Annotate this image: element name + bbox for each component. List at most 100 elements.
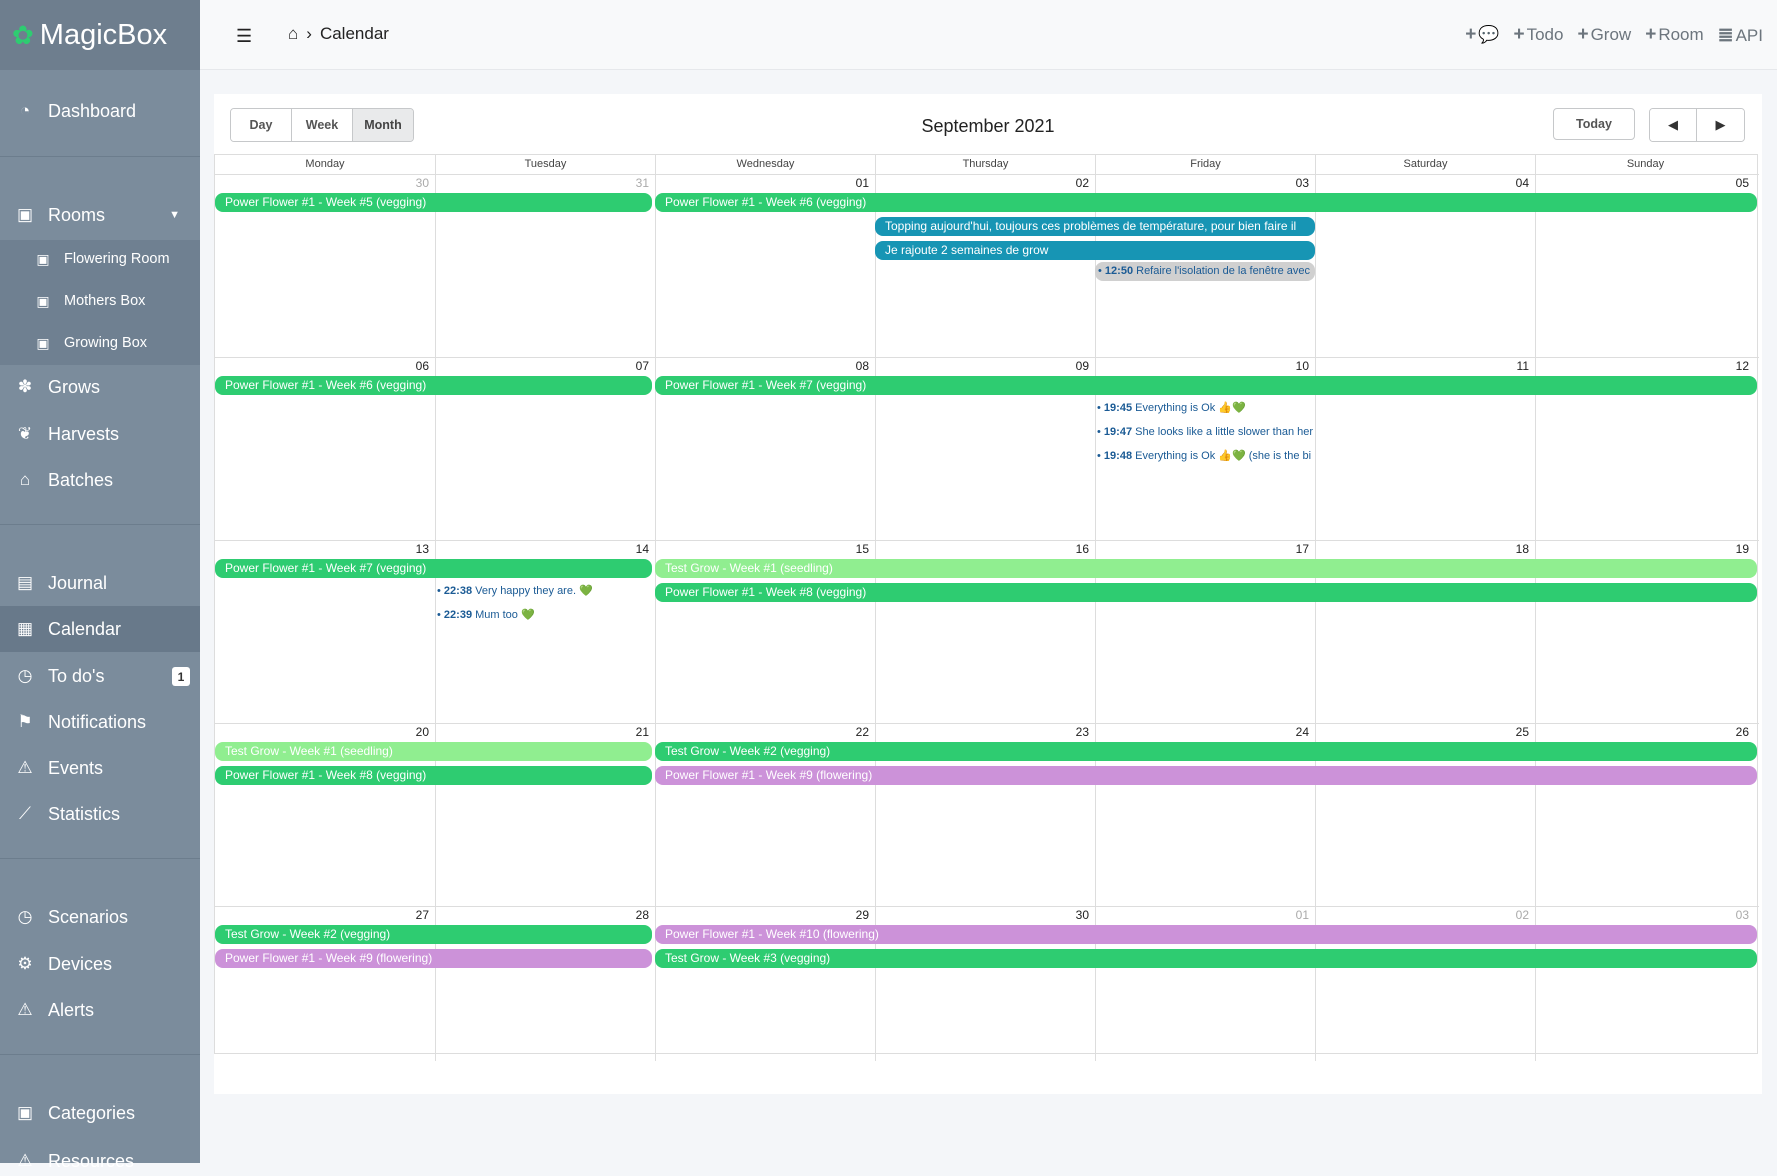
day-number[interactable]: 10 bbox=[1279, 359, 1309, 373]
event-journal-entry[interactable]: • 22:39 Mum too 💚 bbox=[437, 606, 652, 624]
sidebar-item-batches[interactable]: ⌂ Batches bbox=[0, 465, 200, 495]
day-number[interactable]: 30 bbox=[1059, 908, 1089, 922]
app-logo[interactable]: ✿ MagicBox bbox=[0, 0, 200, 70]
day-number[interactable]: 09 bbox=[1059, 359, 1089, 373]
day-number[interactable]: 26 bbox=[1719, 725, 1749, 739]
day-number[interactable]: 22 bbox=[839, 725, 869, 739]
sidebar-item-todos[interactable]: ◷ To do's 1 bbox=[0, 661, 200, 691]
sidebar-item-statistics[interactable]: ⟋ Statistics bbox=[0, 799, 200, 829]
day-number[interactable]: 29 bbox=[839, 908, 869, 922]
sidebar-item-grows[interactable]: ✽ Grows bbox=[0, 372, 200, 402]
day-number[interactable]: 25 bbox=[1499, 725, 1529, 739]
event-todo-item[interactable]: • 12:50 Refaire l'isolation de la fenêtr… bbox=[1095, 262, 1315, 281]
event-grow-week[interactable]: Test Grow - Week #1 (seedling) bbox=[215, 742, 652, 761]
event-grow-week[interactable]: Test Grow - Week #2 (vegging) bbox=[655, 742, 1757, 761]
menu-toggle-icon[interactable]: ☰ bbox=[236, 26, 252, 47]
day-number[interactable]: 12 bbox=[1719, 359, 1749, 373]
event-journal-entry[interactable]: • 19:48 Everything is Ok 👍💚 (she is the … bbox=[1097, 447, 1315, 465]
sidebar-item-mothers-box[interactable]: ▣ Mothers Box bbox=[0, 288, 200, 314]
sidebar-item-dashboard[interactable]: ◔ Dashboard bbox=[0, 96, 200, 126]
day-number[interactable]: 17 bbox=[1279, 542, 1309, 556]
sidebar-item-label: Harvests bbox=[48, 423, 120, 444]
day-number[interactable]: 02 bbox=[1059, 176, 1089, 190]
day-number[interactable]: 18 bbox=[1499, 542, 1529, 556]
day-number[interactable]: 01 bbox=[839, 176, 869, 190]
event-journal-entry[interactable]: • 22:38 Very happy they are. 💚 bbox=[437, 582, 652, 600]
event-grow-week[interactable]: Power Flower #1 - Week #7 (vegging) bbox=[655, 376, 1757, 395]
event-grow-week[interactable]: Power Flower #1 - Week #9 (flowering) bbox=[655, 766, 1757, 785]
day-number[interactable]: 08 bbox=[839, 359, 869, 373]
day-number[interactable]: 31 bbox=[619, 176, 649, 190]
sidebar-item-alerts[interactable]: ⚠ Alerts bbox=[0, 995, 200, 1025]
home-icon[interactable]: ⌂ bbox=[288, 24, 298, 44]
day-number[interactable]: 23 bbox=[1059, 725, 1089, 739]
api-button[interactable]: ≣ API bbox=[1718, 24, 1763, 47]
day-number[interactable]: 28 bbox=[619, 908, 649, 922]
sidebar-item-events[interactable]: ⚠ Events bbox=[0, 753, 200, 783]
day-number[interactable]: 02 bbox=[1499, 908, 1529, 922]
event-grow-week[interactable]: Power Flower #1 - Week #10 (flowering) bbox=[655, 925, 1757, 944]
event-grow-week[interactable]: Power Flower #1 - Week #6 (vegging) bbox=[655, 193, 1757, 212]
add-grow-button[interactable]: + Grow bbox=[1577, 24, 1631, 47]
sidebar-item-journal[interactable]: ▤ Journal bbox=[0, 568, 200, 598]
day-number[interactable]: 21 bbox=[619, 725, 649, 739]
day-number[interactable]: 07 bbox=[619, 359, 649, 373]
day-number[interactable]: 20 bbox=[399, 725, 429, 739]
event-journal-entry[interactable]: • 19:47 She looks like a little slower t… bbox=[1097, 423, 1315, 441]
day-number[interactable]: 30 bbox=[399, 176, 429, 190]
sidebar-item-label: Journal bbox=[48, 572, 108, 593]
day-number[interactable]: 14 bbox=[619, 542, 649, 556]
box-icon: ▣ bbox=[36, 250, 50, 267]
event-grow-week[interactable]: Power Flower #1 - Week #8 (vegging) bbox=[655, 583, 1757, 602]
event-journal-entry[interactable]: Topping aujourd'hui, toujours ces problè… bbox=[875, 217, 1315, 236]
sidebar-item-devices[interactable]: ⚙ Devices bbox=[0, 949, 200, 979]
event-grow-week[interactable]: Test Grow - Week #2 (vegging) bbox=[215, 925, 652, 944]
prev-month-button[interactable]: ◀ bbox=[1650, 109, 1697, 141]
event-grow-week[interactable]: Test Grow - Week #1 (seedling) bbox=[655, 559, 1757, 578]
day-number[interactable]: 16 bbox=[1059, 542, 1089, 556]
grid-row-divider bbox=[215, 540, 1759, 541]
add-todo-button[interactable]: + Todo bbox=[1513, 24, 1563, 47]
sidebar-item-resources[interactable]: ⚠ Resources bbox=[0, 1146, 200, 1176]
day-number[interactable]: 01 bbox=[1279, 908, 1309, 922]
dashboard-icon: ◔ bbox=[19, 101, 31, 120]
sidebar-item-categories[interactable]: ▣ Categories bbox=[0, 1098, 200, 1128]
sidebar-item-harvests[interactable]: ❦ Harvests bbox=[0, 419, 200, 449]
sidebar-item-scenarios[interactable]: ◷ Scenarios bbox=[0, 902, 200, 932]
event-text: She looks like a little slower than her bbox=[1135, 426, 1314, 438]
add-room-button[interactable]: + Room bbox=[1645, 24, 1703, 47]
day-number[interactable]: 05 bbox=[1719, 176, 1749, 190]
topbar: ☰ ⌂ › Calendar + 💬 + Todo + Grow + Room ≣ API bbox=[200, 0, 1777, 70]
sidebar-item-label: Categories bbox=[48, 1102, 136, 1123]
add-comment-button[interactable]: + 💬 bbox=[1465, 24, 1499, 47]
day-number[interactable]: 03 bbox=[1279, 176, 1309, 190]
sidebar-item-rooms[interactable]: ▣ Rooms ▼ bbox=[0, 200, 200, 230]
day-number[interactable]: 24 bbox=[1279, 725, 1309, 739]
day-number[interactable]: 15 bbox=[839, 542, 869, 556]
event-grow-week[interactable]: Test Grow - Week #3 (vegging) bbox=[655, 949, 1757, 968]
day-number[interactable]: 03 bbox=[1719, 908, 1749, 922]
event-grow-week[interactable]: Power Flower #1 - Week #6 (vegging) bbox=[215, 376, 652, 395]
event-grow-week[interactable]: Power Flower #1 - Week #7 (vegging) bbox=[215, 559, 652, 578]
sidebar-item-calendar[interactable]: ▦ Calendar bbox=[0, 606, 200, 652]
event-journal-entry[interactable]: Je rajoute 2 semaines de grow bbox=[875, 241, 1315, 260]
calendar-card: Day Week Month September 2021 Today ◀ ▶ … bbox=[214, 94, 1762, 1094]
day-number[interactable]: 13 bbox=[399, 542, 429, 556]
day-number[interactable]: 04 bbox=[1499, 176, 1529, 190]
day-of-week-header: Wednesday bbox=[655, 155, 875, 174]
event-time: 22:38 bbox=[443, 585, 473, 597]
sidebar-item-notifications[interactable]: ⚑ Notifications bbox=[0, 707, 200, 737]
day-number[interactable]: 06 bbox=[399, 359, 429, 373]
seedling-icon: ✽ bbox=[17, 377, 33, 396]
today-button[interactable]: Today bbox=[1553, 108, 1635, 140]
event-grow-week[interactable]: Power Flower #1 - Week #9 (flowering) bbox=[215, 949, 652, 968]
event-grow-week[interactable]: Power Flower #1 - Week #5 (vegging) bbox=[215, 193, 652, 212]
event-grow-week[interactable]: Power Flower #1 - Week #8 (vegging) bbox=[215, 766, 652, 785]
next-month-button[interactable]: ▶ bbox=[1697, 109, 1744, 141]
day-number[interactable]: 11 bbox=[1499, 359, 1529, 373]
day-number[interactable]: 27 bbox=[399, 908, 429, 922]
sidebar-item-growing-box[interactable]: ▣ Growing Box bbox=[0, 330, 200, 356]
day-number[interactable]: 19 bbox=[1719, 542, 1749, 556]
event-journal-entry[interactable]: • 19:45 Everything is Ok 👍💚 bbox=[1097, 399, 1315, 417]
sidebar-item-flowering-room[interactable]: ▣ Flowering Room bbox=[0, 246, 200, 272]
